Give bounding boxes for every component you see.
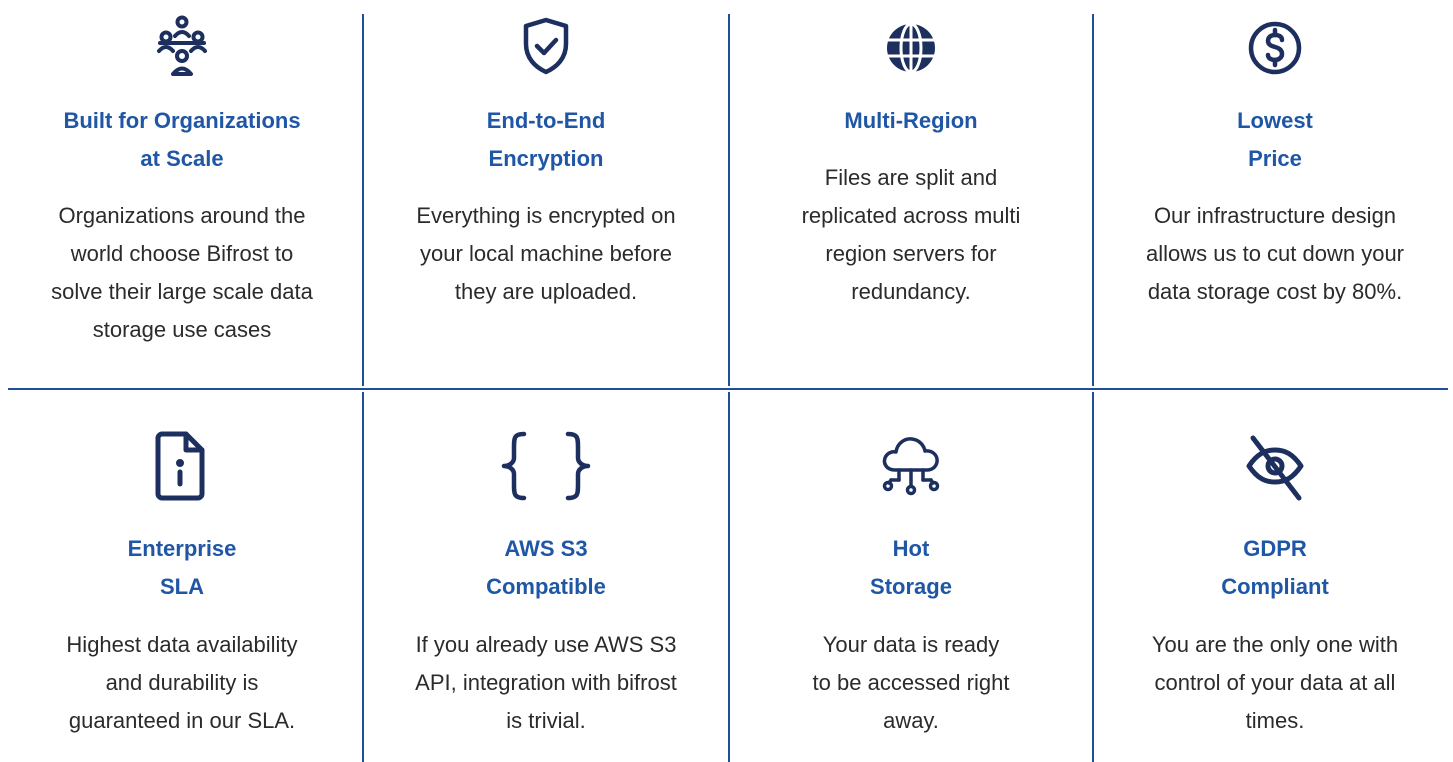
feature-card-lowest-price: Lowest Price Our infrastructure design a… <box>1093 0 1453 390</box>
feature-title: Hot Storage <box>870 536 952 599</box>
feature-description: Our infrastructure design allows us to c… <box>1145 203 1405 304</box>
feature-description: Organizations around the world choose Bi… <box>51 203 313 342</box>
feature-title: Multi-Region <box>844 108 978 133</box>
eye-slash-icon <box>1243 428 1307 504</box>
feature-description: Highest data availability and durability… <box>66 632 298 733</box>
feature-card-aws-s3: AWS S3 Compatible If you already use AWS… <box>364 390 728 762</box>
features-grid: Built for Organizations at Scale Organiz… <box>0 0 1453 762</box>
feature-title: GDPR Compliant <box>1221 536 1329 599</box>
feature-title: Lowest Price <box>1237 108 1313 171</box>
feature-card-gdpr: GDPR Compliant You are the only one with… <box>1093 390 1453 762</box>
feature-title: Built for Organizations at Scale <box>63 108 301 171</box>
feature-title: End-to-End Encryption <box>486 108 606 171</box>
feature-description: You are the only one with control of you… <box>1151 632 1399 733</box>
file-info-icon <box>150 428 214 504</box>
feature-card-enterprise-sla: Enterprise SLA Highest data availability… <box>0 390 364 762</box>
feature-card-organizations: Built for Organizations at Scale Organiz… <box>0 0 364 390</box>
feature-description: Everything is encrypted on your local ma… <box>416 203 676 304</box>
curly-braces-icon <box>498 428 594 504</box>
globe-icon <box>879 14 943 78</box>
feature-card-multi-region: Multi-Region Files are split and replica… <box>729 0 1093 390</box>
feature-description: Your data is ready to be accessed right … <box>812 632 1010 733</box>
feature-description: Files are split and replicated across mu… <box>801 165 1021 304</box>
feature-card-encryption: End-to-End Encryption Everything is encr… <box>364 0 728 390</box>
feature-title: Enterprise SLA <box>127 536 237 599</box>
cloud-network-icon <box>879 428 943 504</box>
shield-check-icon <box>514 14 578 78</box>
organization-icon <box>150 14 214 78</box>
feature-description: If you already use AWS S3 API, integrati… <box>415 632 677 733</box>
dollar-icon <box>1243 14 1307 78</box>
feature-title: AWS S3 Compatible <box>486 536 606 599</box>
feature-card-hot-storage: Hot Storage Your data is ready to be acc… <box>729 390 1093 762</box>
